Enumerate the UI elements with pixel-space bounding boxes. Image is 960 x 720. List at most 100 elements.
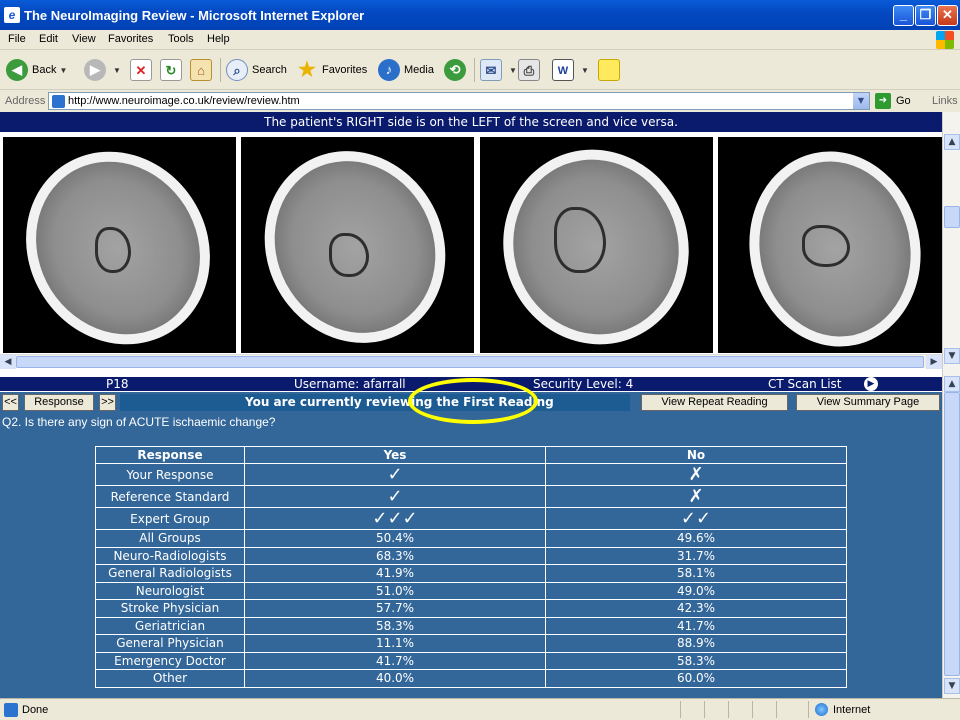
forward-dropdown-icon[interactable]: ▼	[113, 66, 121, 75]
menu-view[interactable]: View	[72, 33, 96, 45]
status-panel	[752, 701, 753, 718]
forward-button[interactable]: ▶ ▼	[84, 56, 121, 84]
vertical-scroll-thumb[interactable]	[944, 206, 960, 228]
table-row: Your Response ✓ ✗	[95, 463, 847, 486]
minimize-button[interactable]: _	[893, 5, 914, 26]
no-value: 60.0%	[545, 669, 847, 688]
yes-value: 57.7%	[244, 599, 546, 618]
address-input[interactable]: http://www.neuroimage.co.uk/review/revie…	[48, 92, 870, 110]
discuss-button[interactable]	[598, 56, 624, 84]
ct-scan-image-2	[231, 119, 479, 375]
close-button[interactable]: ✕	[937, 5, 958, 26]
mail-icon: ✉	[480, 59, 502, 81]
no-value: 58.3%	[545, 651, 847, 670]
history-button[interactable]: ⟲	[444, 56, 470, 84]
ct-scan-list-arrow-icon[interactable]: ▶	[864, 377, 878, 391]
go-arrow-icon: ➜	[875, 93, 891, 109]
table-row: Geriatrician 58.3% 41.7%	[95, 616, 847, 635]
table-row: All Groups 50.4% 49.6%	[95, 529, 847, 548]
horizontal-scroll-thumb[interactable]	[16, 356, 924, 368]
maximize-button[interactable]: ❐	[915, 5, 936, 26]
table-row: Neuro-Radiologists 68.3% 31.7%	[95, 546, 847, 565]
status-panel	[680, 701, 681, 718]
username-label: Username: afarrall	[294, 377, 406, 391]
table-row: General Physician 11.1% 88.9%	[95, 634, 847, 653]
review-area: << Response >> You are currently reviewi…	[0, 378, 942, 698]
scroll-up-icon[interactable]: ▲	[944, 134, 960, 150]
toolbar-separator	[474, 58, 475, 82]
favorites-star-icon: ★	[298, 59, 316, 81]
vertical-scroll-thumb[interactable]	[944, 392, 960, 676]
status-panel	[728, 701, 729, 718]
images-horizontal-scrollbar[interactable]: ◀ ▶	[0, 354, 942, 369]
window-titlebar: e The NeuroImaging Review - Microsoft In…	[0, 0, 960, 30]
media-icon: ♪	[378, 59, 400, 81]
address-bar: Address http://www.neuroimage.co.uk/revi…	[0, 90, 960, 112]
mail-dropdown-icon[interactable]: ▼	[509, 66, 517, 75]
back-label: Back	[32, 64, 57, 76]
scroll-right-icon[interactable]: ▶	[926, 355, 942, 369]
previous-button[interactable]: <<	[2, 394, 19, 411]
edit-dropdown-icon[interactable]: ▼	[581, 66, 589, 75]
table-row: Expert Group ✓✓✓ ✓✓	[95, 507, 847, 530]
ct-scan-list-link[interactable]: CT Scan List	[768, 377, 842, 391]
orientation-notice: The patient's RIGHT side is on the LEFT …	[0, 112, 942, 132]
scroll-down-icon[interactable]: ▼	[944, 348, 960, 364]
no-mark: ✓✓	[545, 507, 847, 530]
address-label: Address	[5, 95, 46, 107]
header-yes: Yes	[244, 446, 546, 464]
menu-edit[interactable]: Edit	[39, 33, 58, 45]
table-row: Neurologist 51.0% 49.0%	[95, 581, 847, 600]
mail-button[interactable]: ✉ ▼	[480, 56, 517, 84]
search-button[interactable]: ⌕ Search	[226, 56, 287, 84]
internet-globe-icon	[815, 703, 828, 716]
media-label: Media	[404, 64, 434, 76]
highlight-ellipse	[408, 378, 538, 424]
home-button[interactable]: ⌂	[190, 56, 216, 84]
scroll-left-icon[interactable]: ◀	[0, 355, 16, 369]
status-panel	[704, 701, 705, 718]
address-url[interactable]: http://www.neuroimage.co.uk/review/revie…	[68, 95, 300, 107]
no-mark: ✗	[545, 463, 847, 486]
address-dropdown-icon[interactable]: ▼	[853, 93, 869, 109]
yes-value: 58.3%	[244, 616, 546, 635]
windows-logo-icon	[936, 31, 954, 49]
view-summary-page-button[interactable]: View Summary Page	[796, 394, 940, 411]
back-dropdown-icon[interactable]: ▼	[59, 66, 67, 75]
discuss-icon	[598, 59, 620, 81]
view-repeat-reading-button[interactable]: View Repeat Reading	[641, 394, 788, 411]
menu-tools[interactable]: Tools	[168, 33, 194, 45]
ct-scan-image-3	[476, 123, 716, 371]
no-mark: ✗	[545, 485, 847, 508]
back-button[interactable]: ◀ Back ▼	[6, 56, 67, 84]
status-text: Done	[22, 704, 49, 716]
scroll-up-icon[interactable]: ▲	[944, 376, 960, 392]
media-button[interactable]: ♪ Media	[378, 56, 434, 84]
row-label: All Groups	[95, 529, 245, 548]
word-edit-icon: W	[552, 59, 574, 81]
forward-arrow-icon: ▶	[84, 59, 106, 81]
menu-bar: File Edit View Favorites Tools Help	[0, 30, 960, 50]
row-label: Stroke Physician	[95, 599, 245, 618]
home-icon: ⌂	[190, 59, 212, 81]
refresh-button[interactable]: ↻	[160, 56, 186, 84]
security-zone: Internet	[808, 701, 958, 718]
favorites-button[interactable]: ★ Favorites	[296, 56, 367, 84]
response-button[interactable]: Response	[24, 394, 94, 411]
links-button[interactable]: Links	[932, 95, 958, 107]
scroll-down-icon[interactable]: ▼	[944, 678, 960, 694]
menu-file[interactable]: File	[8, 33, 26, 45]
page-vertical-scrollbar[interactable]: ▲ ▼ ▲ ▼	[942, 112, 960, 698]
next-button[interactable]: >>	[99, 394, 116, 411]
row-label: General Radiologists	[95, 564, 245, 583]
go-label: Go	[896, 95, 911, 107]
ct-scan-image-1	[0, 116, 246, 380]
edit-button[interactable]: W ▼	[552, 56, 589, 84]
stop-button[interactable]: ✕	[130, 56, 156, 84]
menu-favorites[interactable]: Favorites	[108, 33, 153, 45]
go-button[interactable]: ➜ Go	[875, 93, 911, 109]
yes-value: 41.9%	[244, 564, 546, 583]
page-icon	[52, 95, 65, 108]
menu-help[interactable]: Help	[207, 33, 230, 45]
print-button[interactable]: ⎙	[518, 56, 544, 84]
